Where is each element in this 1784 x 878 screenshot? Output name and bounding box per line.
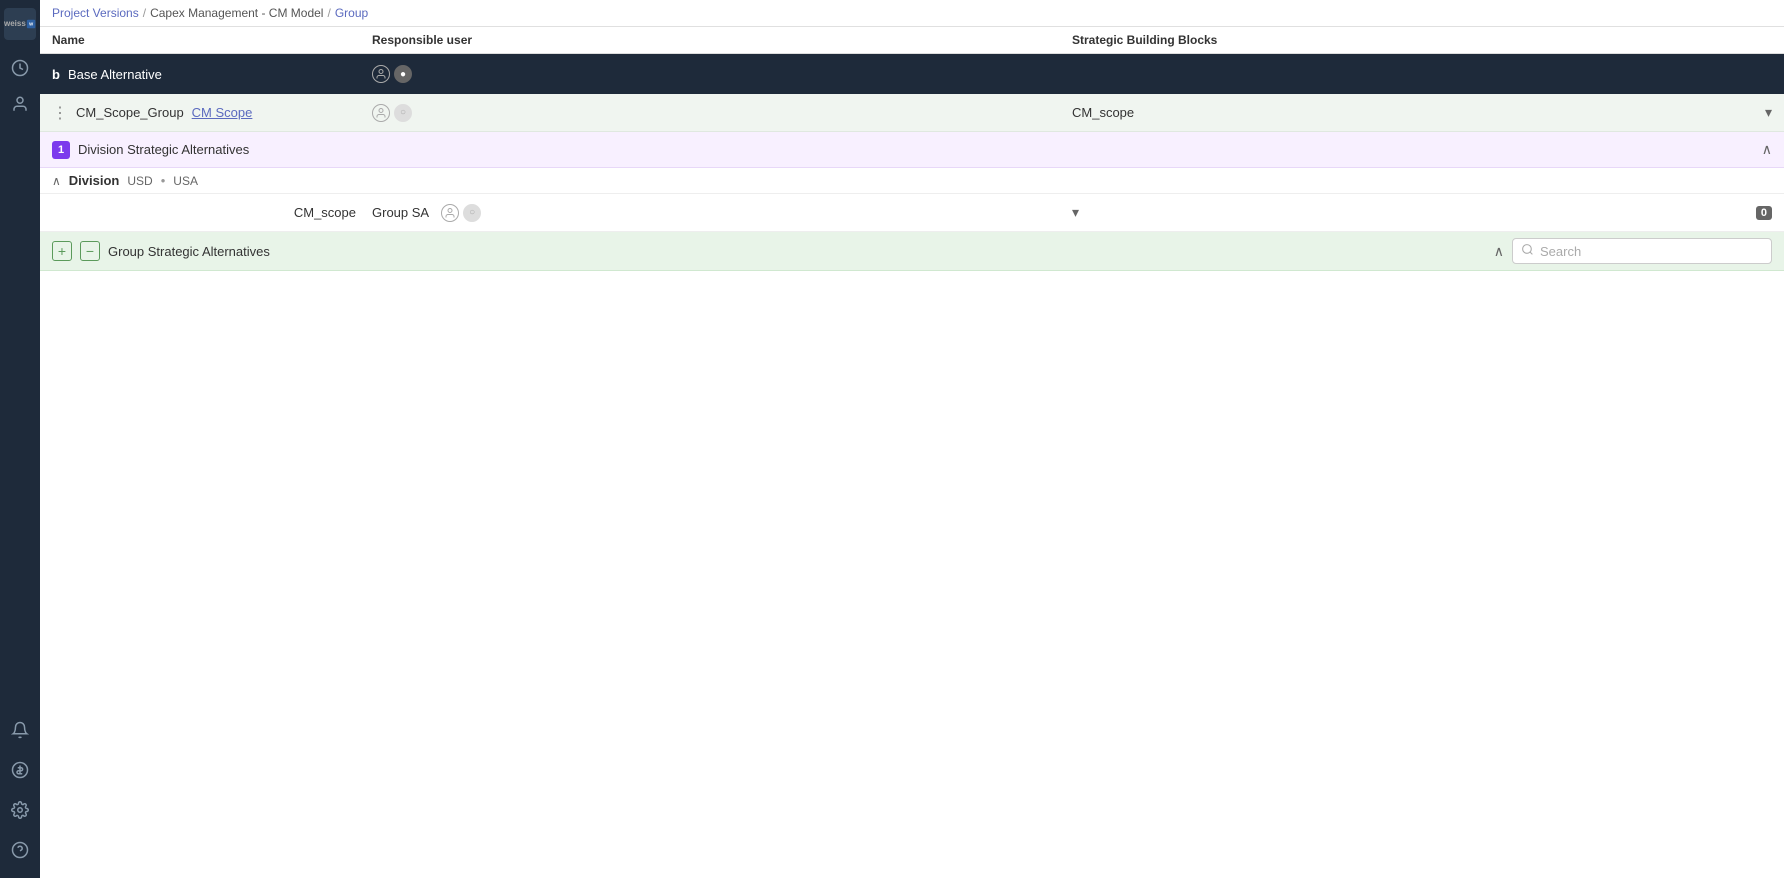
group-sa-name: Group SA <box>372 205 429 220</box>
search-input[interactable] <box>1540 244 1763 259</box>
table-area: Name Responsible user Strategic Building… <box>40 27 1784 878</box>
division-bullet: • <box>161 173 166 188</box>
cm-scope-zero-badge: 0 <box>1756 206 1772 220</box>
division-collapse-icon[interactable]: ∧ <box>52 174 61 188</box>
group-chevron-down-icon[interactable]: ▾ <box>1765 104 1772 121</box>
cm-scope-name-cell: CM_scope <box>52 205 372 220</box>
cm-scope-chevron-down-icon[interactable]: ▾ <box>1072 204 1079 221</box>
cm-scope-group-row: ⋮ CM_Scope_Group CM Scope ○ CM_scope ▾ <box>40 94 1784 132</box>
bell-icon[interactable] <box>4 714 36 746</box>
settings-icon[interactable] <box>4 794 36 826</box>
group-strategic-cell: CM_scope ▾ <box>1072 104 1772 121</box>
division-sa-section: 1 Division Strategic Alternatives ∧ <box>40 132 1784 168</box>
add-group-sa-button[interactable]: + <box>52 241 72 261</box>
group-toggle-user[interactable] <box>372 104 390 122</box>
breadcrumb-group[interactable]: Group <box>335 6 368 20</box>
dollar-icon[interactable] <box>4 754 36 786</box>
menu-dots-icon[interactable]: ⋮ <box>52 103 68 123</box>
help-icon[interactable] <box>4 834 36 866</box>
cm-scope-responsible-cell: Group SA ○ <box>372 204 1072 222</box>
base-toggle-active[interactable]: ● <box>394 65 412 83</box>
cm-scope-row: CM_scope Group SA ○ ▾ 0 <box>40 194 1784 232</box>
col-header-responsible: Responsible user <box>372 33 1072 47</box>
breadcrumb-project-versions[interactable]: Project Versions <box>52 6 139 20</box>
base-toggle-user[interactable] <box>372 65 390 83</box>
base-responsible-cell: ● <box>372 65 1072 83</box>
main-content: Project Versions / Capex Management - CM… <box>40 0 1784 878</box>
user-icon[interactable] <box>4 88 36 120</box>
division-sa-badge: 1 <box>52 141 70 159</box>
division-label: Division <box>69 173 120 188</box>
base-alternative-row: b Base Alternative ● <box>40 54 1784 94</box>
col-header-name: Name <box>52 33 372 47</box>
group-name-label: CM_Scope_Group <box>76 105 184 120</box>
sidebar: weiss W <box>0 0 40 878</box>
division-sa-collapse-icon[interactable]: ∧ <box>1762 141 1772 158</box>
cm-scope-toggle-inactive[interactable]: ○ <box>463 204 481 222</box>
breadcrumb-sep-1: / <box>143 6 146 20</box>
base-name-cell: b Base Alternative <box>52 67 372 82</box>
column-headers: Name Responsible user Strategic Building… <box>40 27 1784 54</box>
group-name-cell: ⋮ CM_Scope_Group CM Scope <box>52 103 372 123</box>
search-icon <box>1521 243 1534 259</box>
sidebar-logo: weiss W <box>4 8 36 40</box>
division-region: USA <box>173 174 198 188</box>
group-sa-chevron-icon[interactable]: ∧ <box>1494 243 1504 260</box>
division-currency: USD <box>127 174 152 188</box>
collapse-group-sa-button[interactable]: − <box>80 241 100 261</box>
base-letter: b <box>52 67 60 82</box>
group-sa-section-row: + − Group Strategic Alternatives ∧ <box>40 232 1784 271</box>
cm-scope-strategic-cell: ▾ 0 <box>1072 204 1772 221</box>
col-header-strategic: Strategic Building Blocks <box>1072 33 1772 47</box>
cm-scope-name-label: CM_scope <box>294 205 356 220</box>
search-box[interactable] <box>1512 238 1772 264</box>
group-responsible-cell: ○ <box>372 104 1072 122</box>
group-toggle-inactive[interactable]: ○ <box>394 104 412 122</box>
division-header-row: ∧ Division USD • USA <box>40 168 1784 194</box>
svg-text:W: W <box>29 22 33 27</box>
group-strategic-value: CM_scope <box>1072 105 1134 120</box>
breadcrumb-capex: Capex Management - CM Model <box>150 6 323 20</box>
division-sa-label: Division Strategic Alternatives <box>78 142 1762 157</box>
group-sa-section-label: Group Strategic Alternatives <box>108 244 1486 259</box>
clock-icon[interactable] <box>4 52 36 84</box>
breadcrumb: Project Versions / Capex Management - CM… <box>40 0 1784 27</box>
breadcrumb-sep-2: / <box>327 6 330 20</box>
base-alternative-label: Base Alternative <box>68 67 162 82</box>
cm-scope-link[interactable]: CM Scope <box>192 105 253 120</box>
cm-scope-toggle-user[interactable] <box>441 204 459 222</box>
